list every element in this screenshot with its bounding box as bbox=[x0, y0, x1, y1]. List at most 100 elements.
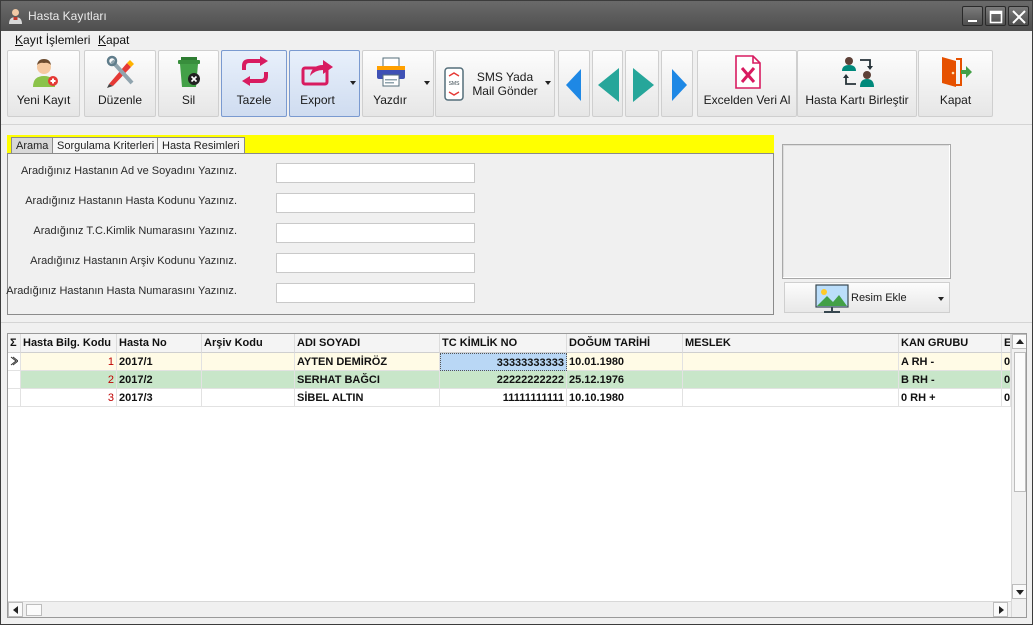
print-label: Yazdır bbox=[373, 93, 407, 107]
cell-birth-date[interactable]: 10.01.1980 bbox=[567, 353, 683, 371]
grid-header-archive-code[interactable]: Arşiv Kodu bbox=[202, 334, 295, 353]
vertical-scrollbar[interactable] bbox=[1011, 334, 1026, 617]
row-indicator[interactable] bbox=[8, 371, 21, 389]
grid-header-e[interactable]: E bbox=[1002, 334, 1011, 353]
search-label-patient-code: Aradığınız Hastanın Hasta Kodunu Yazınız… bbox=[25, 195, 237, 207]
toolbar-divider bbox=[1, 124, 1032, 125]
cell-birth-date[interactable]: 10.10.1980 bbox=[567, 389, 683, 407]
print-button[interactable]: Yazdır bbox=[362, 50, 434, 117]
close-window-button[interactable] bbox=[1008, 6, 1029, 26]
next-record-button[interactable] bbox=[625, 50, 659, 117]
main-window: Hasta Kayıtları Kayıt İşlemleri Kapat Ye… bbox=[0, 0, 1033, 625]
grid-header-name[interactable]: ADI SOYADI bbox=[295, 334, 440, 353]
arrow-left-icon bbox=[13, 606, 18, 614]
cell-tc[interactable]: 22222222222 bbox=[440, 371, 567, 389]
phone-sms-icon: SMS bbox=[444, 67, 464, 101]
search-input-archive-code[interactable] bbox=[276, 253, 475, 273]
grid-sigma-header[interactable]: Σ bbox=[8, 334, 21, 353]
row-indicator[interactable] bbox=[8, 353, 21, 371]
edit-button[interactable]: Düzenle bbox=[84, 50, 156, 117]
tab-sorgulama-kriterleri[interactable]: Sorgulama Kriterleri bbox=[52, 137, 160, 154]
sms-mail-button[interactable]: SMS SMS Yada Mail Gönder bbox=[435, 50, 555, 117]
cell-code[interactable]: 3 bbox=[21, 389, 117, 407]
cell-e[interactable]: 0 bbox=[1002, 389, 1011, 407]
cell-archive-code[interactable] bbox=[202, 371, 295, 389]
title-bar[interactable]: Hasta Kayıtları bbox=[1, 1, 1032, 31]
cell-e[interactable]: 0 bbox=[1002, 353, 1011, 371]
cell-tc[interactable]: 11111111111 bbox=[440, 389, 567, 407]
toolbar: Yeni Kayıt Düzenle Sil Tazele Export Yaz… bbox=[1, 49, 1032, 119]
cell-archive-code[interactable] bbox=[202, 389, 295, 407]
sms-label-line1: SMS Yada bbox=[476, 70, 534, 84]
last-record-button[interactable] bbox=[661, 50, 693, 117]
search-label-patient-number: Aradığınız Hastanın Hasta Numarasını Yaz… bbox=[6, 285, 237, 297]
minimize-button[interactable] bbox=[962, 6, 983, 26]
merge-patient-card-button[interactable]: Hasta Kartı Birleştir bbox=[797, 50, 917, 117]
scroll-down-button[interactable] bbox=[1012, 584, 1026, 599]
tab-hasta-resimleri[interactable]: Hasta Resimleri bbox=[157, 137, 245, 154]
cell-name[interactable]: SERHAT BAĞCI bbox=[295, 371, 440, 389]
cell-code[interactable]: 2 bbox=[21, 371, 117, 389]
search-input-tc[interactable] bbox=[276, 223, 475, 243]
delete-button[interactable]: Sil bbox=[158, 50, 219, 117]
horizontal-scroll-thumb[interactable] bbox=[26, 604, 42, 616]
menu-mnemonic: K bbox=[15, 33, 24, 47]
menu-label: ayıt İşlemleri bbox=[23, 33, 91, 47]
cell-blood-group[interactable]: B RH - bbox=[899, 371, 1002, 389]
maximize-button[interactable] bbox=[985, 6, 1006, 26]
close-form-button[interactable]: Kapat bbox=[918, 50, 993, 117]
patient-grid: Σ Hasta Bilg. Kodu Hasta No Arşiv Kodu A… bbox=[7, 333, 1027, 618]
search-input-patient-code[interactable] bbox=[276, 193, 475, 213]
import-excel-button[interactable]: Excelden Veri Al bbox=[697, 50, 797, 117]
add-image-button[interactable]: Resim Ekle bbox=[784, 282, 950, 313]
add-image-label: Resim Ekle bbox=[851, 292, 907, 304]
cell-patient-no[interactable]: 2017/3 bbox=[117, 389, 202, 407]
grid-header-patient-info-code[interactable]: Hasta Bilg. Kodu bbox=[21, 334, 117, 353]
cell-patient-no[interactable]: 2017/1 bbox=[117, 353, 202, 371]
add-user-icon bbox=[33, 59, 58, 87]
first-record-button[interactable] bbox=[558, 50, 590, 117]
export-dropdown-icon[interactable] bbox=[350, 81, 356, 85]
cell-archive-code[interactable] bbox=[202, 353, 295, 371]
row-indicator[interactable] bbox=[8, 389, 21, 407]
menu-kapat[interactable]: Kapat bbox=[98, 33, 129, 47]
trash-icon bbox=[178, 57, 200, 87]
scroll-left-button[interactable] bbox=[8, 602, 23, 617]
grid-header-blood-group[interactable]: KAN GRUBU bbox=[899, 334, 1002, 353]
arrow-right-green-icon bbox=[633, 68, 654, 102]
scroll-up-button[interactable] bbox=[1012, 334, 1026, 349]
new-record-button[interactable]: Yeni Kayıt bbox=[7, 50, 80, 117]
cell-occupation[interactable] bbox=[683, 389, 899, 407]
cell-blood-group[interactable]: A RH - bbox=[899, 353, 1002, 371]
cell-name[interactable]: SİBEL ALTIN bbox=[295, 389, 440, 407]
vertical-scroll-thumb[interactable] bbox=[1014, 352, 1026, 492]
cell-blood-group[interactable]: 0 RH + bbox=[899, 389, 1002, 407]
cell-name[interactable]: AYTEN DEMİRÖZ bbox=[295, 353, 440, 371]
cell-code[interactable]: 1 bbox=[21, 353, 117, 371]
grid-header-birth-date[interactable]: DOĞUM TARİHİ bbox=[567, 334, 683, 353]
new-record-label: Yeni Kayıt bbox=[16, 93, 71, 107]
grid-header-tc[interactable]: TC KİMLİK NO bbox=[440, 334, 567, 353]
cell-occupation[interactable] bbox=[683, 371, 899, 389]
menu-kayit-islemleri[interactable]: Kayıt İşlemleri bbox=[15, 33, 90, 47]
refresh-icon bbox=[242, 56, 268, 86]
search-input-name[interactable] bbox=[276, 163, 475, 183]
add-image-dropdown-icon[interactable] bbox=[938, 297, 944, 301]
cell-birth-date[interactable]: 25.12.1976 bbox=[567, 371, 683, 389]
cell-patient-no[interactable]: 2017/2 bbox=[117, 371, 202, 389]
sms-dropdown-icon[interactable] bbox=[545, 81, 551, 85]
panel-divider bbox=[1, 322, 1032, 323]
horizontal-scrollbar[interactable] bbox=[8, 601, 1011, 617]
cell-e[interactable]: 0 bbox=[1002, 371, 1011, 389]
printer-icon bbox=[377, 57, 405, 87]
print-dropdown-icon[interactable] bbox=[424, 81, 430, 85]
tab-arama[interactable]: Arama bbox=[11, 137, 54, 154]
cell-occupation[interactable] bbox=[683, 353, 899, 371]
grid-header-patient-no[interactable]: Hasta No bbox=[117, 334, 202, 353]
search-label-tc: Aradığınız T.C.Kimlik Numarasını Yazınız… bbox=[33, 225, 237, 237]
search-input-patient-number[interactable] bbox=[276, 283, 475, 303]
scroll-right-button[interactable] bbox=[993, 602, 1008, 617]
cell-tc-selected[interactable]: 33333333333 bbox=[440, 353, 567, 371]
previous-record-button[interactable] bbox=[592, 50, 623, 117]
grid-header-occupation[interactable]: MESLEK bbox=[683, 334, 899, 353]
